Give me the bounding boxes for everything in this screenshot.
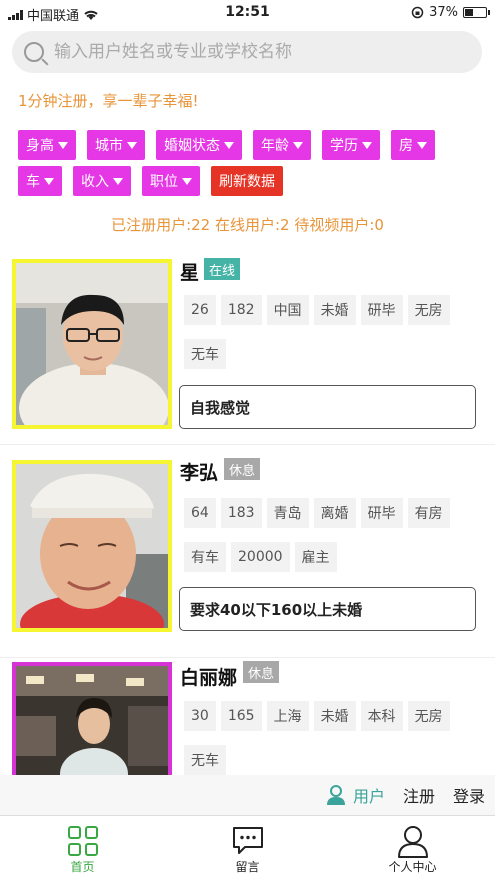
tab-label: 个人中心 xyxy=(388,860,437,874)
tab-messages[interactable]: 留言 xyxy=(165,816,330,881)
dropdown-icon xyxy=(293,141,303,149)
tag-education: 研毕 xyxy=(360,498,403,528)
user-stats: 已注册用户:22 在线用户:2 待视频用户:0 xyxy=(111,216,384,234)
dropdown-icon xyxy=(417,141,427,149)
tag-position: 雇主 xyxy=(294,542,337,572)
user-photo-image xyxy=(16,464,168,628)
filter-label: 身高 xyxy=(26,138,54,154)
rotation-lock-icon xyxy=(411,6,424,19)
status-right: 37% xyxy=(411,5,490,20)
user-motto: 自我感觉 xyxy=(179,385,476,429)
user-photo-image xyxy=(16,666,168,775)
tab-label: 留言 xyxy=(235,860,260,874)
filter-education[interactable]: 学历 xyxy=(322,130,380,160)
tag-car: 有车 xyxy=(184,542,226,572)
tag-marital: 离婚 xyxy=(313,498,356,528)
grid-icon xyxy=(67,824,99,858)
filter-bar: 身高 城市 婚姻状态 年龄 学历 房 车 收入 职位 刷新数据 xyxy=(18,130,488,196)
battery-icon xyxy=(463,7,490,18)
search-input[interactable] xyxy=(54,42,454,62)
tag-car: 无车 xyxy=(184,339,226,369)
status-badge: 在线 xyxy=(204,258,241,280)
tab-home[interactable]: 首页 xyxy=(0,816,165,881)
filter-height[interactable]: 身高 xyxy=(18,130,76,160)
person-icon xyxy=(396,824,430,858)
status-badge: 休息 xyxy=(224,458,261,480)
user-tags: 30 165 上海 未婚 本科 无房 无车 xyxy=(184,701,484,775)
user-icon xyxy=(326,785,345,805)
filter-label: 婚姻状态 xyxy=(164,138,220,154)
tag-income: 20000 xyxy=(231,542,290,572)
tag-house: 无房 xyxy=(407,295,450,325)
user-card[interactable]: 李弘 休息 64 183 青岛 离婚 研毕 有房 有车 20000 雇主 要求4… xyxy=(0,446,495,658)
battery-percent: 37% xyxy=(429,5,458,20)
dropdown-icon xyxy=(182,177,192,185)
status-bar: 中国联通 12:51 37% xyxy=(0,0,495,26)
user-name: 星 xyxy=(180,262,200,284)
filter-house[interactable]: 房 xyxy=(391,130,435,160)
dropdown-icon xyxy=(113,177,123,185)
filter-label: 车 xyxy=(26,174,40,190)
tag-age: 26 xyxy=(184,295,216,325)
tab-label: 首页 xyxy=(70,860,95,874)
tag-city: 青岛 xyxy=(266,498,309,528)
chat-bubble-icon xyxy=(231,824,265,858)
tag-age: 30 xyxy=(184,701,216,731)
auth-bar: 用户 注册 登录 xyxy=(0,775,495,815)
search-bar[interactable] xyxy=(12,31,482,73)
filter-age[interactable]: 年龄 xyxy=(253,130,311,160)
tag-age: 64 xyxy=(184,498,216,528)
filter-label: 职位 xyxy=(150,174,178,190)
user-photo[interactable] xyxy=(12,460,172,632)
user-photo-image xyxy=(16,263,168,425)
register-link[interactable]: 注册 xyxy=(403,783,435,807)
filter-label: 房 xyxy=(399,138,413,154)
dropdown-icon xyxy=(58,141,68,149)
filter-position[interactable]: 职位 xyxy=(142,166,200,196)
promo-text: 1分钟注册，享一辈子幸福! xyxy=(18,92,199,110)
filter-city[interactable]: 城市 xyxy=(87,130,145,160)
user-card[interactable]: 白丽娜 休息 30 165 上海 未婚 本科 无房 无车 xyxy=(0,659,495,775)
tag-marital: 未婚 xyxy=(313,701,356,731)
user-link[interactable]: 用户 xyxy=(325,783,385,807)
filter-label: 年龄 xyxy=(261,138,289,154)
user-photo[interactable] xyxy=(12,662,172,775)
user-tags: 64 183 青岛 离婚 研毕 有房 有车 20000 雇主 xyxy=(184,498,484,572)
user-card[interactable]: 星 在线 26 182 中国 未婚 研毕 无房 无车 自我感觉 xyxy=(0,250,495,445)
tag-house: 无房 xyxy=(407,701,450,731)
tag-height: 183 xyxy=(220,498,262,528)
dropdown-icon xyxy=(44,177,54,185)
user-motto: 要求40以下160以上未婚 xyxy=(179,587,476,631)
tab-bar: 首页 留言 个人中心 xyxy=(0,815,495,881)
tag-education: 本科 xyxy=(360,701,403,731)
dropdown-icon xyxy=(127,141,137,149)
filter-label: 收入 xyxy=(81,174,109,190)
user-link-label: 用户 xyxy=(352,787,385,806)
tab-profile[interactable]: 个人中心 xyxy=(330,816,495,881)
user-tags: 26 182 中国 未婚 研毕 无房 无车 xyxy=(184,295,484,369)
tag-city: 中国 xyxy=(266,295,309,325)
tag-height: 182 xyxy=(220,295,262,325)
tag-marital: 未婚 xyxy=(313,295,356,325)
tag-education: 研毕 xyxy=(360,295,403,325)
search-icon xyxy=(24,42,44,62)
filter-label: 城市 xyxy=(95,138,123,154)
tag-house: 有房 xyxy=(407,498,450,528)
filter-label: 学历 xyxy=(330,138,358,154)
filter-income[interactable]: 收入 xyxy=(73,166,131,196)
login-link[interactable]: 登录 xyxy=(453,783,485,807)
user-photo[interactable] xyxy=(12,259,172,429)
user-name: 白丽娜 xyxy=(180,667,238,689)
refresh-button[interactable]: 刷新数据 xyxy=(211,166,283,196)
status-badge: 休息 xyxy=(243,661,280,683)
tag-height: 165 xyxy=(220,701,262,731)
tag-car: 无车 xyxy=(184,745,226,775)
tag-city: 上海 xyxy=(266,701,309,731)
user-name: 李弘 xyxy=(180,462,219,484)
dropdown-icon xyxy=(224,141,234,149)
dropdown-icon xyxy=(362,141,372,149)
filter-car[interactable]: 车 xyxy=(18,166,62,196)
filter-marital-status[interactable]: 婚姻状态 xyxy=(156,130,242,160)
